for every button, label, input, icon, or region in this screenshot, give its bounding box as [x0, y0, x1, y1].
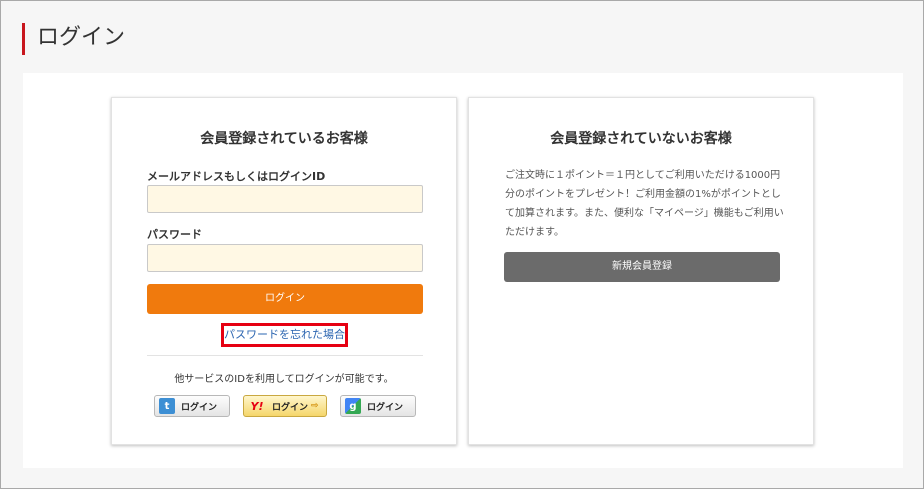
login-button[interactable]: ログイン: [147, 284, 423, 314]
google-login-label: ログイン: [367, 402, 404, 413]
email-input[interactable]: [147, 185, 423, 213]
other-service-text: 他サービスのIDを利用してログインが可能です。: [174, 374, 394, 385]
yahoo-icon: Y!: [250, 399, 264, 413]
password-label: パスワード: [147, 228, 202, 241]
page-title: ログイン: [22, 23, 125, 55]
guest-card: 会員登録されていないお客様 ご注文時に１ポイント＝１円としてご利用いただける10…: [468, 97, 814, 445]
email-label: メールアドレスもしくはログインID: [147, 170, 326, 183]
divider: [147, 355, 423, 356]
register-button[interactable]: 新規会員登録: [504, 252, 780, 282]
arrow-right-icon: ⇨: [311, 401, 319, 411]
google-icon: g: [345, 398, 361, 414]
guest-card-title: 会員登録されていないお客様: [550, 131, 732, 147]
yahoo-login-label: ログイン: [272, 402, 309, 413]
forgot-password-link[interactable]: パスワードを忘れた場合: [221, 323, 348, 347]
member-card-title: 会員登録されているお客様: [200, 131, 368, 147]
twitter-icon: t: [159, 398, 175, 414]
guest-description: ご注文時に１ポイント＝１円としてご利用いただける1000円分のポイントをプレゼン…: [505, 170, 784, 238]
password-input[interactable]: [147, 244, 423, 272]
yahoo-login-button[interactable]: Y! ログイン ⇨: [243, 395, 327, 417]
content-area: 会員登録されているお客様 メールアドレスもしくはログインID パスワード ログイ…: [23, 73, 903, 468]
twitter-login-button[interactable]: t ログイン: [154, 395, 230, 417]
google-login-button[interactable]: g ログイン: [340, 395, 416, 417]
member-login-card: 会員登録されているお客様 メールアドレスもしくはログインID パスワード ログイ…: [111, 97, 457, 445]
twitter-login-label: ログイン: [181, 402, 218, 413]
